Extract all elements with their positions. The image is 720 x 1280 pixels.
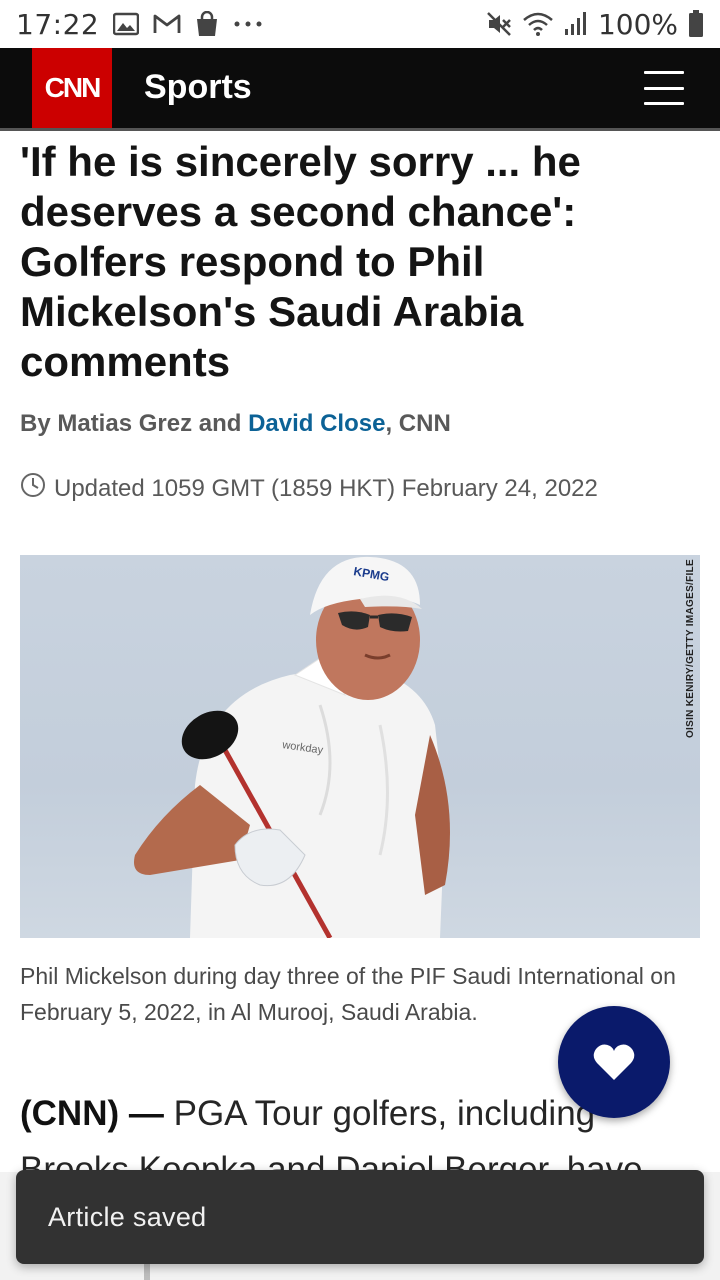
snackbar-message: Article saved: [48, 1201, 207, 1232]
save-article-button[interactable]: [558, 1006, 670, 1118]
status-time: 17:22: [16, 7, 100, 41]
byline-suffix: , CNN: [385, 410, 451, 437]
gallery-icon: [113, 12, 140, 36]
menu-icon[interactable]: [644, 68, 684, 108]
article-timestamp: Updated 1059 GMT (1859 HKT) February 24,…: [20, 472, 598, 505]
wifi-icon: [522, 11, 554, 37]
battery-icon: [688, 10, 704, 38]
cnn-logo[interactable]: CNN: [32, 48, 112, 128]
article-headline: 'If he is sincerely sorry ... he deserve…: [20, 138, 581, 385]
dateline: (CNN) —: [20, 1094, 174, 1133]
signal-icon: [564, 11, 588, 37]
battery-percentage: 100%: [597, 7, 678, 41]
byline-prefix: By Matias Grez and: [20, 410, 249, 437]
status-bar: 17:22 100%: [0, 0, 720, 48]
article-byline: By Matias Grez and David Close, CNN: [20, 410, 451, 438]
golfer-illustration: KPMG workday: [134, 556, 450, 938]
clock-icon: [20, 472, 46, 505]
nav-divider: [0, 128, 720, 131]
article-photo[interactable]: KPMG workday OISIN KENIRY/GETTY IMAGES/F…: [20, 555, 700, 938]
more-dots-icon: [233, 20, 263, 28]
cnn-logo-text: CNN: [44, 72, 102, 103]
updated-text: Updated 1059 GMT (1859 HKT) February 24,…: [54, 474, 598, 502]
author-link[interactable]: David Close: [248, 410, 385, 437]
mute-icon: [486, 11, 512, 37]
photo-credit: OISIN KENIRY/GETTY IMAGES/FILE: [685, 559, 696, 739]
shopping-bag-icon: [195, 11, 219, 37]
gmail-icon: [153, 13, 181, 35]
section-title[interactable]: Sports: [144, 68, 252, 107]
heart-icon: [593, 1044, 635, 1080]
top-nav-bar: CNN Sports: [0, 48, 720, 128]
snackbar: Article saved: [16, 1170, 704, 1264]
